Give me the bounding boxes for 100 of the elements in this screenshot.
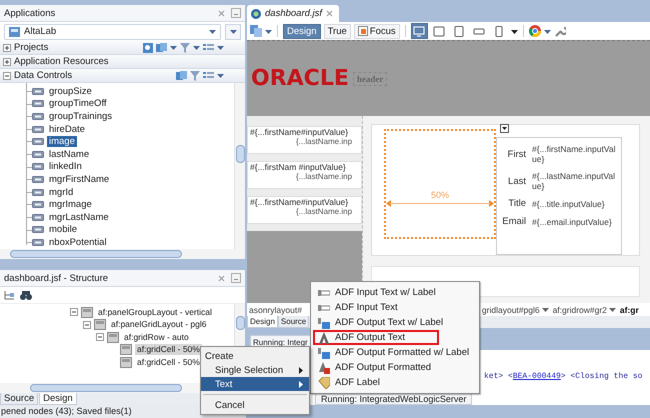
field-label: First (506, 148, 526, 160)
field-label: Email (501, 216, 526, 227)
width-arrow-icon (386, 200, 494, 207)
device-button[interactable] (410, 23, 428, 39)
component-icon (94, 319, 106, 330)
minimize-icon[interactable] (231, 273, 241, 283)
mode-button[interactable]: True (324, 24, 351, 38)
menu-item[interactable]: ADF Output Text w/ Label (313, 315, 477, 330)
mode-button[interactable]: Focus (354, 24, 400, 38)
options-icon[interactable] (203, 70, 214, 80)
panel-title: dashboard.jsf - Structure (4, 272, 110, 284)
scrollbar-thumb[interactable] (30, 384, 182, 392)
tab[interactable]: Source (278, 316, 310, 328)
field-value: #{...email.inputValue} (532, 216, 612, 226)
panel-title: Applications (4, 8, 56, 18)
tablet-icon (433, 26, 446, 36)
tree-item[interactable]: image (47, 136, 77, 148)
close-icon[interactable] (218, 10, 225, 16)
collapse-icon[interactable] (96, 333, 104, 342)
close-icon[interactable] (326, 10, 334, 17)
form-row: #{...firstName#inputValue} {...lastName.inp (247, 126, 362, 154)
collapse-icon[interactable] (70, 308, 78, 316)
menu-item[interactable]: Create (201, 349, 309, 363)
tree-item[interactable]: groupSize (47, 86, 94, 97)
field-value: #{...title.inputValue} (532, 198, 605, 208)
attribute-icon (32, 238, 44, 246)
collapse-icon[interactable] (3, 72, 11, 80)
output-icon (318, 316, 330, 328)
breadcrumb-item[interactable]: af:gr (620, 304, 639, 314)
tree-item[interactable]: groupTrainings (47, 110, 114, 122)
attribute-icon (32, 126, 44, 133)
tree-node[interactable]: af:gridCell - 50% (135, 344, 202, 356)
menu-item[interactable]: Text (201, 377, 309, 391)
menu-item[interactable]: ADF Input Text (313, 300, 477, 315)
menu-item[interactable]: ADF Output Formatted w/ Label (313, 345, 477, 360)
browser-icon[interactable] (528, 25, 541, 37)
tree-item[interactable]: mgrLastName (47, 212, 111, 223)
application-dropdown[interactable]: AltaLab (4, 24, 221, 40)
scrollbar-thumb[interactable] (236, 145, 244, 163)
menu-button[interactable] (225, 24, 241, 40)
tree-node[interactable]: af:gridRow - auto (122, 332, 191, 343)
minimize-icon[interactable] (231, 8, 241, 18)
menu-item[interactable]: ADF Input Text w/ Label (313, 285, 477, 300)
component-icon (120, 356, 132, 368)
sync-icon[interactable] (176, 70, 187, 80)
tab[interactable]: Design (247, 316, 278, 328)
tree-item[interactable]: mobile (47, 224, 79, 236)
letter-icon (318, 362, 330, 374)
tree-item[interactable]: nboxPotential (47, 236, 109, 248)
close-icon[interactable] (218, 274, 225, 282)
component-icon (107, 332, 119, 343)
expand-icon[interactable] (3, 44, 11, 52)
tree-item[interactable]: mgrFirstName (47, 174, 112, 185)
collapse-icon[interactable] (83, 320, 91, 329)
tree-icon[interactable] (4, 290, 15, 300)
mode-button[interactable]: Design (283, 24, 321, 38)
options-icon[interactable] (203, 42, 214, 52)
tab[interactable]: Design (39, 393, 77, 405)
field-label: Last (507, 176, 526, 186)
tree-item[interactable]: hireDate (47, 124, 87, 135)
tree-node[interactable]: af:panelGridLayout - pgl6 (109, 319, 208, 330)
component-icon (120, 344, 132, 356)
tree-node[interactable]: af:gridCell - 50% (135, 356, 202, 368)
expand-icon[interactable] (3, 58, 11, 66)
search-icon[interactable] (143, 42, 153, 52)
breadcrumb-item[interactable]: af:gridrow#gr2 (552, 304, 616, 314)
caret-icon[interactable] (510, 28, 518, 34)
form-row: #{...firstNam #inputValue} {...lastName.inp (247, 161, 362, 189)
page-icon (251, 8, 261, 18)
log-link[interactable]: BEA-000449 (512, 372, 561, 381)
breadcrumb-item[interactable]: asonrylayout# (249, 304, 302, 314)
monitor-icon (413, 26, 426, 36)
tree-node[interactable]: af:panelGroupLayout - vertical (96, 306, 214, 318)
menu-item[interactable]: ADF Output Formatted (313, 360, 477, 375)
binoculars-icon[interactable] (20, 290, 32, 300)
log-tab[interactable]: Running: IntegratedWebLogicServer (315, 394, 472, 405)
focus-icon (358, 26, 368, 36)
scrollbar-thumb[interactable] (236, 316, 244, 330)
tag-icon (318, 376, 330, 388)
letter-icon (318, 332, 330, 344)
tree-item[interactable]: mgrId (47, 186, 76, 198)
tree-item[interactable]: lastName (47, 148, 92, 160)
menu-item[interactable]: ADF Output Text (313, 330, 439, 345)
phone-icon (493, 26, 506, 36)
tablet-icon (453, 26, 466, 36)
scrollbar-thumb[interactable] (10, 250, 182, 258)
pages-icon[interactable] (250, 25, 262, 37)
sync-icon[interactable] (156, 42, 167, 52)
editor-tab[interactable]: dashboard.jsf (247, 5, 340, 22)
tab[interactable]: Source (0, 393, 38, 405)
tree-item[interactable]: mgrImage (47, 199, 94, 210)
dropdown-icon[interactable] (500, 124, 509, 133)
breadcrumb-item[interactable]: gridlayout#pgl6 (482, 304, 549, 314)
tree-item[interactable]: linkedIn (47, 161, 84, 172)
width-label: 50% (430, 190, 450, 200)
logo: ORACLE (251, 66, 349, 91)
wrench-icon[interactable] (554, 25, 566, 37)
tree-item[interactable]: groupTimeOff (47, 98, 109, 110)
menu-item[interactable]: Single Selection (201, 363, 309, 377)
menu-item[interactable]: ADF Label (313, 375, 477, 390)
